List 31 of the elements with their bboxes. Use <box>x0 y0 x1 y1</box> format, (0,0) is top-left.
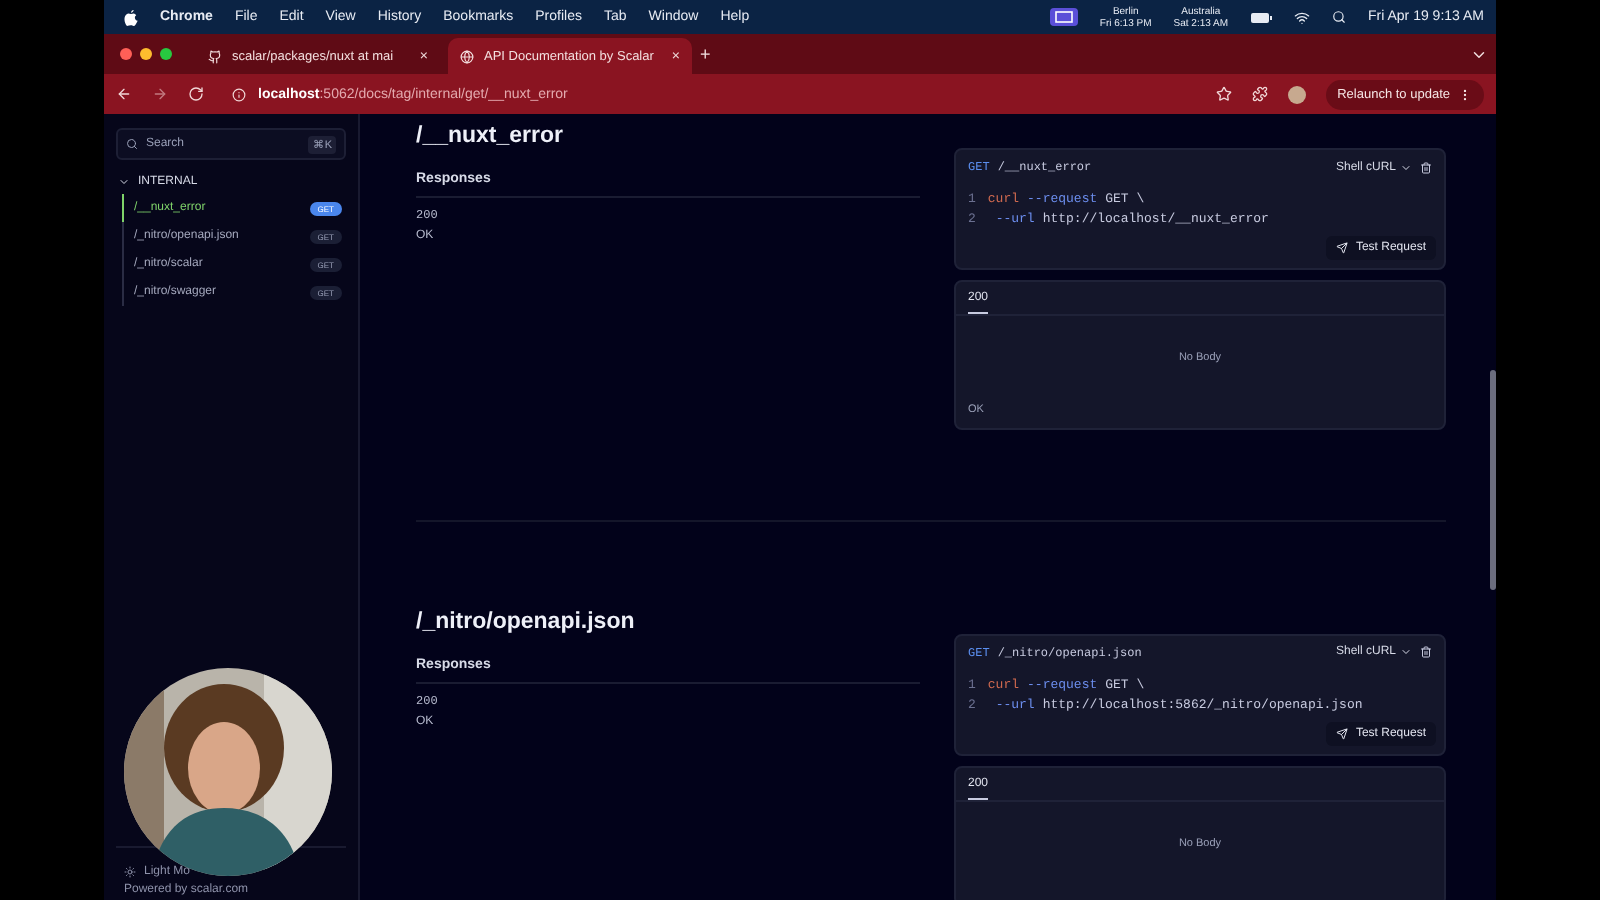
chevron-icon <box>118 176 130 188</box>
minimize-dot[interactable] <box>140 48 152 60</box>
github-icon <box>208 49 222 63</box>
close-dot[interactable] <box>120 48 132 60</box>
back-icon[interactable] <box>116 86 132 102</box>
send-icon <box>1335 727 1348 740</box>
screen-icon[interactable] <box>1049 8 1078 26</box>
search-icon[interactable] <box>1332 10 1347 24</box>
wifi-icon[interactable] <box>1294 9 1311 25</box>
endpoint-title: /__nuxt_error <box>416 122 566 152</box>
bookmark-icon[interactable] <box>1215 86 1232 102</box>
extension-icon[interactable] <box>1251 86 1268 102</box>
send-icon <box>1335 242 1348 254</box>
apple-icon[interactable] <box>124 9 138 25</box>
endpoint-title: /_nitro/openapi.json <box>416 607 637 638</box>
reload-icon[interactable] <box>188 86 204 102</box>
battery-icon[interactable] <box>1250 11 1273 23</box>
chevron-icon <box>1400 646 1412 659</box>
search-icon <box>126 138 138 150</box>
chevron-icon <box>1400 161 1412 173</box>
info-icon[interactable] <box>232 87 246 101</box>
sun-icon <box>124 866 136 878</box>
more-icon <box>1458 87 1472 101</box>
scrollbar[interactable] <box>1490 370 1496 590</box>
new-tab-button[interactable]: + <box>700 45 711 63</box>
avatar-icon[interactable] <box>1287 85 1306 103</box>
trash-icon[interactable] <box>1420 161 1432 173</box>
forward-icon[interactable] <box>152 86 168 102</box>
globe-icon <box>460 49 474 63</box>
zoom-dot[interactable] <box>160 48 172 60</box>
trash-icon[interactable] <box>1420 646 1432 659</box>
